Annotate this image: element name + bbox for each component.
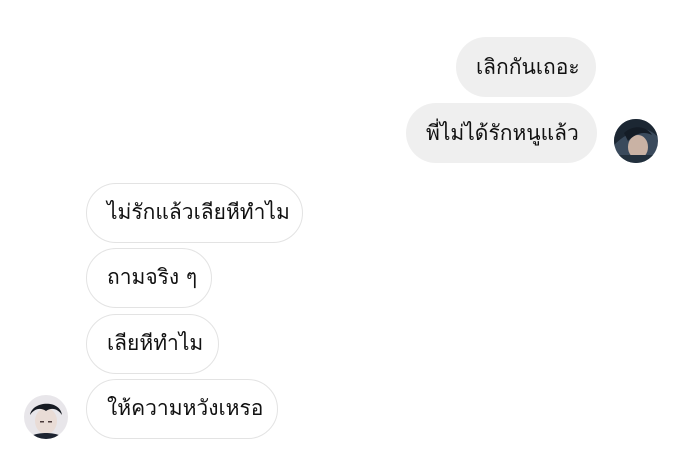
message-bubble-incoming[interactable]: ไม่รักแล้วเลียหีทำไม	[86, 183, 303, 243]
message-thread: เลิกกันเถอะ พี่ไม่ได้รักหนูแล้ว ไม่รักแล…	[0, 0, 678, 471]
message-bubble-outgoing[interactable]: พี่ไม่ได้รักหนูแล้ว	[406, 103, 597, 163]
message-bubble-incoming[interactable]: เลียหีทำไม	[86, 314, 219, 374]
message-bubble-incoming[interactable]: ถามจริง ๆ	[86, 248, 212, 308]
message-bubble-outgoing[interactable]: เลิกกันเถอะ	[456, 37, 596, 97]
sender-avatar[interactable]	[614, 119, 658, 163]
message-bubble-incoming[interactable]: ให้ความหวังเหรอ	[86, 379, 278, 439]
receiver-avatar[interactable]	[24, 395, 68, 439]
